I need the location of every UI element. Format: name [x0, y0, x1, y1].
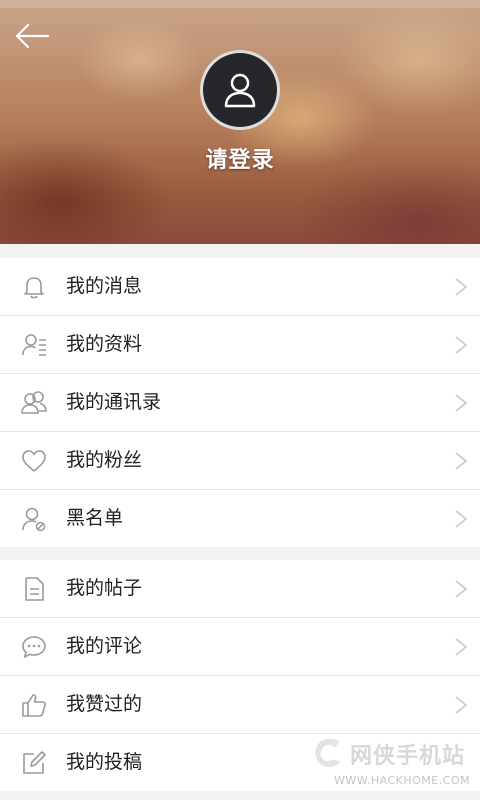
back-arrow-icon: [15, 23, 50, 49]
chevron-right-icon: [455, 638, 468, 656]
thumbs-up-icon: [22, 694, 46, 717]
chevron-right-icon: [455, 696, 468, 714]
menu-item-label: 我的通讯录: [66, 391, 162, 413]
chevron-right-icon: [455, 394, 468, 412]
menu-item-label: 我的消息: [66, 275, 143, 297]
avatar[interactable]: [200, 50, 280, 130]
menu-group-account: 我的消息 我的资料 我的通讯录 我的粉丝 黑名单: [0, 258, 480, 547]
profile-header: 请登录: [0, 0, 480, 244]
watermark-name: 网侠手机站: [350, 744, 466, 769]
menu-item-fans[interactable]: 我的粉丝: [0, 432, 480, 490]
contacts-icon: [21, 391, 47, 414]
watermark: 网侠手机站 WWW.HACKHOME.COM: [300, 730, 476, 796]
status-bar: [0, 0, 480, 8]
chevron-right-icon: [455, 336, 468, 354]
menu-item-blacklist[interactable]: 黑名单: [0, 490, 480, 547]
menu-item-label: 黑名单: [66, 507, 124, 529]
chevron-right-icon: [455, 510, 468, 528]
menu-item-label: 我的粉丝: [66, 449, 143, 471]
menu-item-comments[interactable]: 我的评论: [0, 618, 480, 676]
heart-icon: [22, 450, 46, 472]
chevron-right-icon: [455, 278, 468, 296]
menu-item-liked[interactable]: 我赞过的: [0, 676, 480, 734]
login-prompt[interactable]: 请登录: [0, 142, 480, 174]
menu-item-label: 我的帖子: [66, 577, 143, 599]
menu-item-label: 我的投稿: [66, 751, 143, 773]
edit-icon: [23, 751, 46, 774]
comment-icon: [22, 636, 46, 658]
watermark-url: WWW.HACKHOME.COM: [334, 774, 471, 787]
chevron-right-icon: [455, 580, 468, 598]
menu-item-label: 我赞过的: [66, 693, 143, 715]
document-icon: [25, 577, 44, 601]
user-icon: [224, 73, 256, 108]
chevron-right-icon: [455, 452, 468, 470]
menu-item-profile[interactable]: 我的资料: [0, 316, 480, 374]
menu-item-label: 我的资料: [66, 333, 143, 355]
menu-item-label: 我的评论: [66, 635, 143, 657]
profile-list-icon: [22, 334, 46, 356]
hackhome-logo-icon: [314, 737, 342, 769]
bell-icon: [24, 277, 44, 299]
menu-item-posts[interactable]: 我的帖子: [0, 560, 480, 618]
menu-item-messages[interactable]: 我的消息: [0, 258, 480, 316]
menu-item-contacts[interactable]: 我的通讯录: [0, 374, 480, 432]
blocked-user-icon: [22, 507, 46, 532]
back-button[interactable]: [10, 18, 54, 54]
